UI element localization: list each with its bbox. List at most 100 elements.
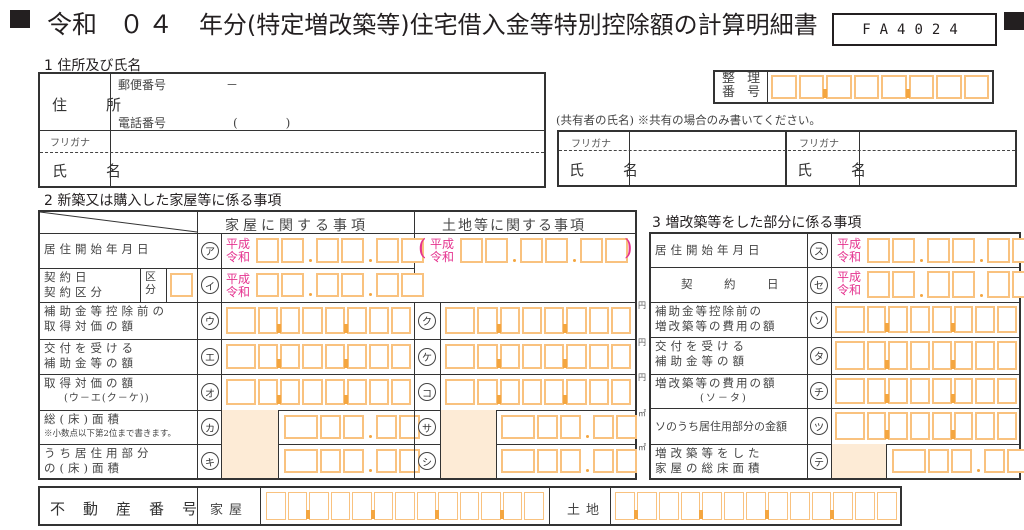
- house-move-in-date-era[interactable]: 平成 令和: [226, 238, 250, 264]
- land-move-in-date-digit[interactable]: [460, 238, 483, 263]
- house-real-estate-number-digit[interactable]: [416, 492, 437, 520]
- house-area-6-digit[interactable]: [399, 449, 420, 473]
- land-amount-2-digit[interactable]: [566, 307, 587, 334]
- land-amount-4-digit[interactable]: [610, 379, 631, 405]
- land-amount-4-digit[interactable]: [477, 379, 498, 405]
- land-real-estate-number-digit[interactable]: [680, 492, 701, 520]
- land-area-6-digit[interactable]: [537, 449, 558, 473]
- renovation-amount-5-digit[interactable]: [931, 412, 952, 440]
- house-move-in-date-digit[interactable]: [256, 238, 279, 263]
- house-amount-2-digit[interactable]: [258, 307, 279, 334]
- renovation-move-in-date-digit[interactable]: [952, 238, 975, 263]
- renovation-floor-area-digit[interactable]: [984, 449, 1005, 473]
- house-area-6-digit[interactable]: [376, 449, 397, 473]
- land-amount-3-digit[interactable]: [544, 344, 565, 369]
- renovation-amount-4-digit[interactable]: [910, 378, 930, 404]
- renovation-amount-2-digit[interactable]: [997, 306, 1017, 333]
- house-contract-date-digit[interactable]: [341, 273, 364, 297]
- renovation-move-in-date-digit[interactable]: [892, 238, 915, 263]
- renovation-contract-date-digit[interactable]: [892, 271, 915, 298]
- address-input[interactable]: [112, 94, 532, 114]
- renovation-contract-date-era[interactable]: 平成 令和: [837, 271, 861, 297]
- renovation-floor-area-digit[interactable]: [1007, 449, 1024, 473]
- house-contract-date-digit[interactable]: [281, 273, 304, 297]
- reference-number-digit[interactable]: [963, 75, 989, 99]
- land-area-6-digit[interactable]: [616, 449, 637, 473]
- house-real-estate-number-digit[interactable]: [352, 492, 372, 520]
- land-area-5-digit[interactable]: [501, 415, 535, 439]
- house-amount-3-digit[interactable]: [280, 344, 301, 369]
- renovation-contract-date-digit[interactable]: [987, 271, 1010, 298]
- house-amount-2-digit[interactable]: [226, 307, 257, 334]
- land-area-6-digit[interactable]: [560, 449, 581, 473]
- renovation-contract-date-digit[interactable]: [1012, 271, 1024, 298]
- land-amount-2-digit[interactable]: [521, 307, 543, 334]
- house-amount-2-digit[interactable]: [368, 307, 389, 334]
- land-amount-3-digit[interactable]: [499, 344, 520, 369]
- land-real-estate-number-digit[interactable]: [855, 492, 876, 520]
- renovation-amount-3-digit[interactable]: [910, 341, 930, 370]
- house-amount-4-digit[interactable]: [324, 379, 345, 405]
- land-amount-4-digit[interactable]: [445, 379, 476, 405]
- house-real-estate-number-digit[interactable]: [502, 492, 523, 520]
- renovation-amount-2-digit[interactable]: [931, 306, 952, 333]
- land-real-estate-number-input[interactable]: [615, 492, 899, 520]
- renovation-amount-4-digit[interactable]: [975, 378, 996, 404]
- renovation-amount-2-digit[interactable]: [835, 306, 865, 333]
- house-real-estate-number-digit[interactable]: [266, 492, 286, 520]
- land-amount-2-digit[interactable]: [477, 307, 498, 334]
- land-real-estate-number-digit[interactable]: [789, 492, 810, 520]
- renovation-amount-5-digit[interactable]: [953, 412, 974, 440]
- house-amount-3-digit[interactable]: [302, 344, 323, 369]
- land-amount-3-digit[interactable]: [566, 344, 587, 369]
- land-amount-2-digit[interactable]: [610, 307, 631, 334]
- renovation-amount-4-digit[interactable]: [931, 378, 952, 404]
- reference-number-digit[interactable]: [908, 75, 934, 99]
- house-amount-3-digit[interactable]: [390, 344, 411, 369]
- postal-code-input[interactable]: [250, 76, 530, 94]
- land-amount-3-digit[interactable]: [610, 344, 631, 369]
- renovation-amount-5-digit[interactable]: [997, 412, 1017, 440]
- house-real-estate-number-digit[interactable]: [373, 492, 394, 520]
- house-move-in-date-digit[interactable]: [316, 238, 339, 263]
- land-move-in-date-digit[interactable]: [545, 238, 568, 263]
- reference-number-digits[interactable]: [771, 75, 991, 99]
- renovation-move-in-date-digit[interactable]: [987, 238, 1010, 263]
- house-amount-3-digit[interactable]: [346, 344, 367, 369]
- land-real-estate-number-digit[interactable]: [615, 492, 635, 520]
- house-contract-date-digit[interactable]: [316, 273, 339, 297]
- phone-input[interactable]: [190, 114, 530, 129]
- land-amount-2-digit[interactable]: [445, 307, 476, 334]
- reference-number-digit[interactable]: [881, 75, 907, 99]
- renovation-amount-4-digit[interactable]: [953, 378, 974, 404]
- land-real-estate-number-digit[interactable]: [877, 492, 897, 520]
- land-move-in-date-digit[interactable]: [520, 238, 543, 263]
- land-move-in-date-digit[interactable]: [580, 238, 603, 263]
- house-amount-2-digit[interactable]: [346, 307, 367, 334]
- house-area-5-digit[interactable]: [284, 415, 318, 439]
- renovation-amount-5-digit[interactable]: [975, 412, 996, 440]
- house-amount-3-digit[interactable]: [324, 344, 345, 369]
- renovation-floor-area-digit[interactable]: [951, 449, 972, 473]
- house-real-estate-number-digit[interactable]: [459, 492, 480, 520]
- house-amount-3-digit[interactable]: [258, 344, 279, 369]
- land-move-in-date-digit[interactable]: [485, 238, 508, 263]
- renovation-amount-3-digit[interactable]: [975, 341, 996, 370]
- renovation-amount-5-digit[interactable]: [835, 412, 865, 440]
- renovation-amount-3-digit[interactable]: [888, 341, 909, 370]
- house-amount-4-digit[interactable]: [346, 379, 367, 405]
- land-real-estate-number-digit[interactable]: [746, 492, 766, 520]
- house-area-5-digit[interactable]: [376, 415, 397, 439]
- house-real-estate-number-input[interactable]: [266, 492, 546, 520]
- land-amount-3-digit[interactable]: [521, 344, 543, 369]
- renovation-amount-5-digit[interactable]: [910, 412, 930, 440]
- house-amount-4-digit[interactable]: [280, 379, 301, 405]
- renovation-amount-3-digit[interactable]: [997, 341, 1017, 370]
- renovation-amount-4-digit[interactable]: [866, 378, 887, 404]
- land-move-in-date-era[interactable]: 平成 令和: [430, 238, 454, 264]
- renovation-amount-4-digit[interactable]: [997, 378, 1017, 404]
- co-owner2-name-input[interactable]: [861, 152, 1013, 184]
- co-owner2-furigana-input[interactable]: [861, 133, 1013, 149]
- renovation-amount-5-digit[interactable]: [866, 412, 887, 440]
- land-amount-3-digit[interactable]: [477, 344, 498, 369]
